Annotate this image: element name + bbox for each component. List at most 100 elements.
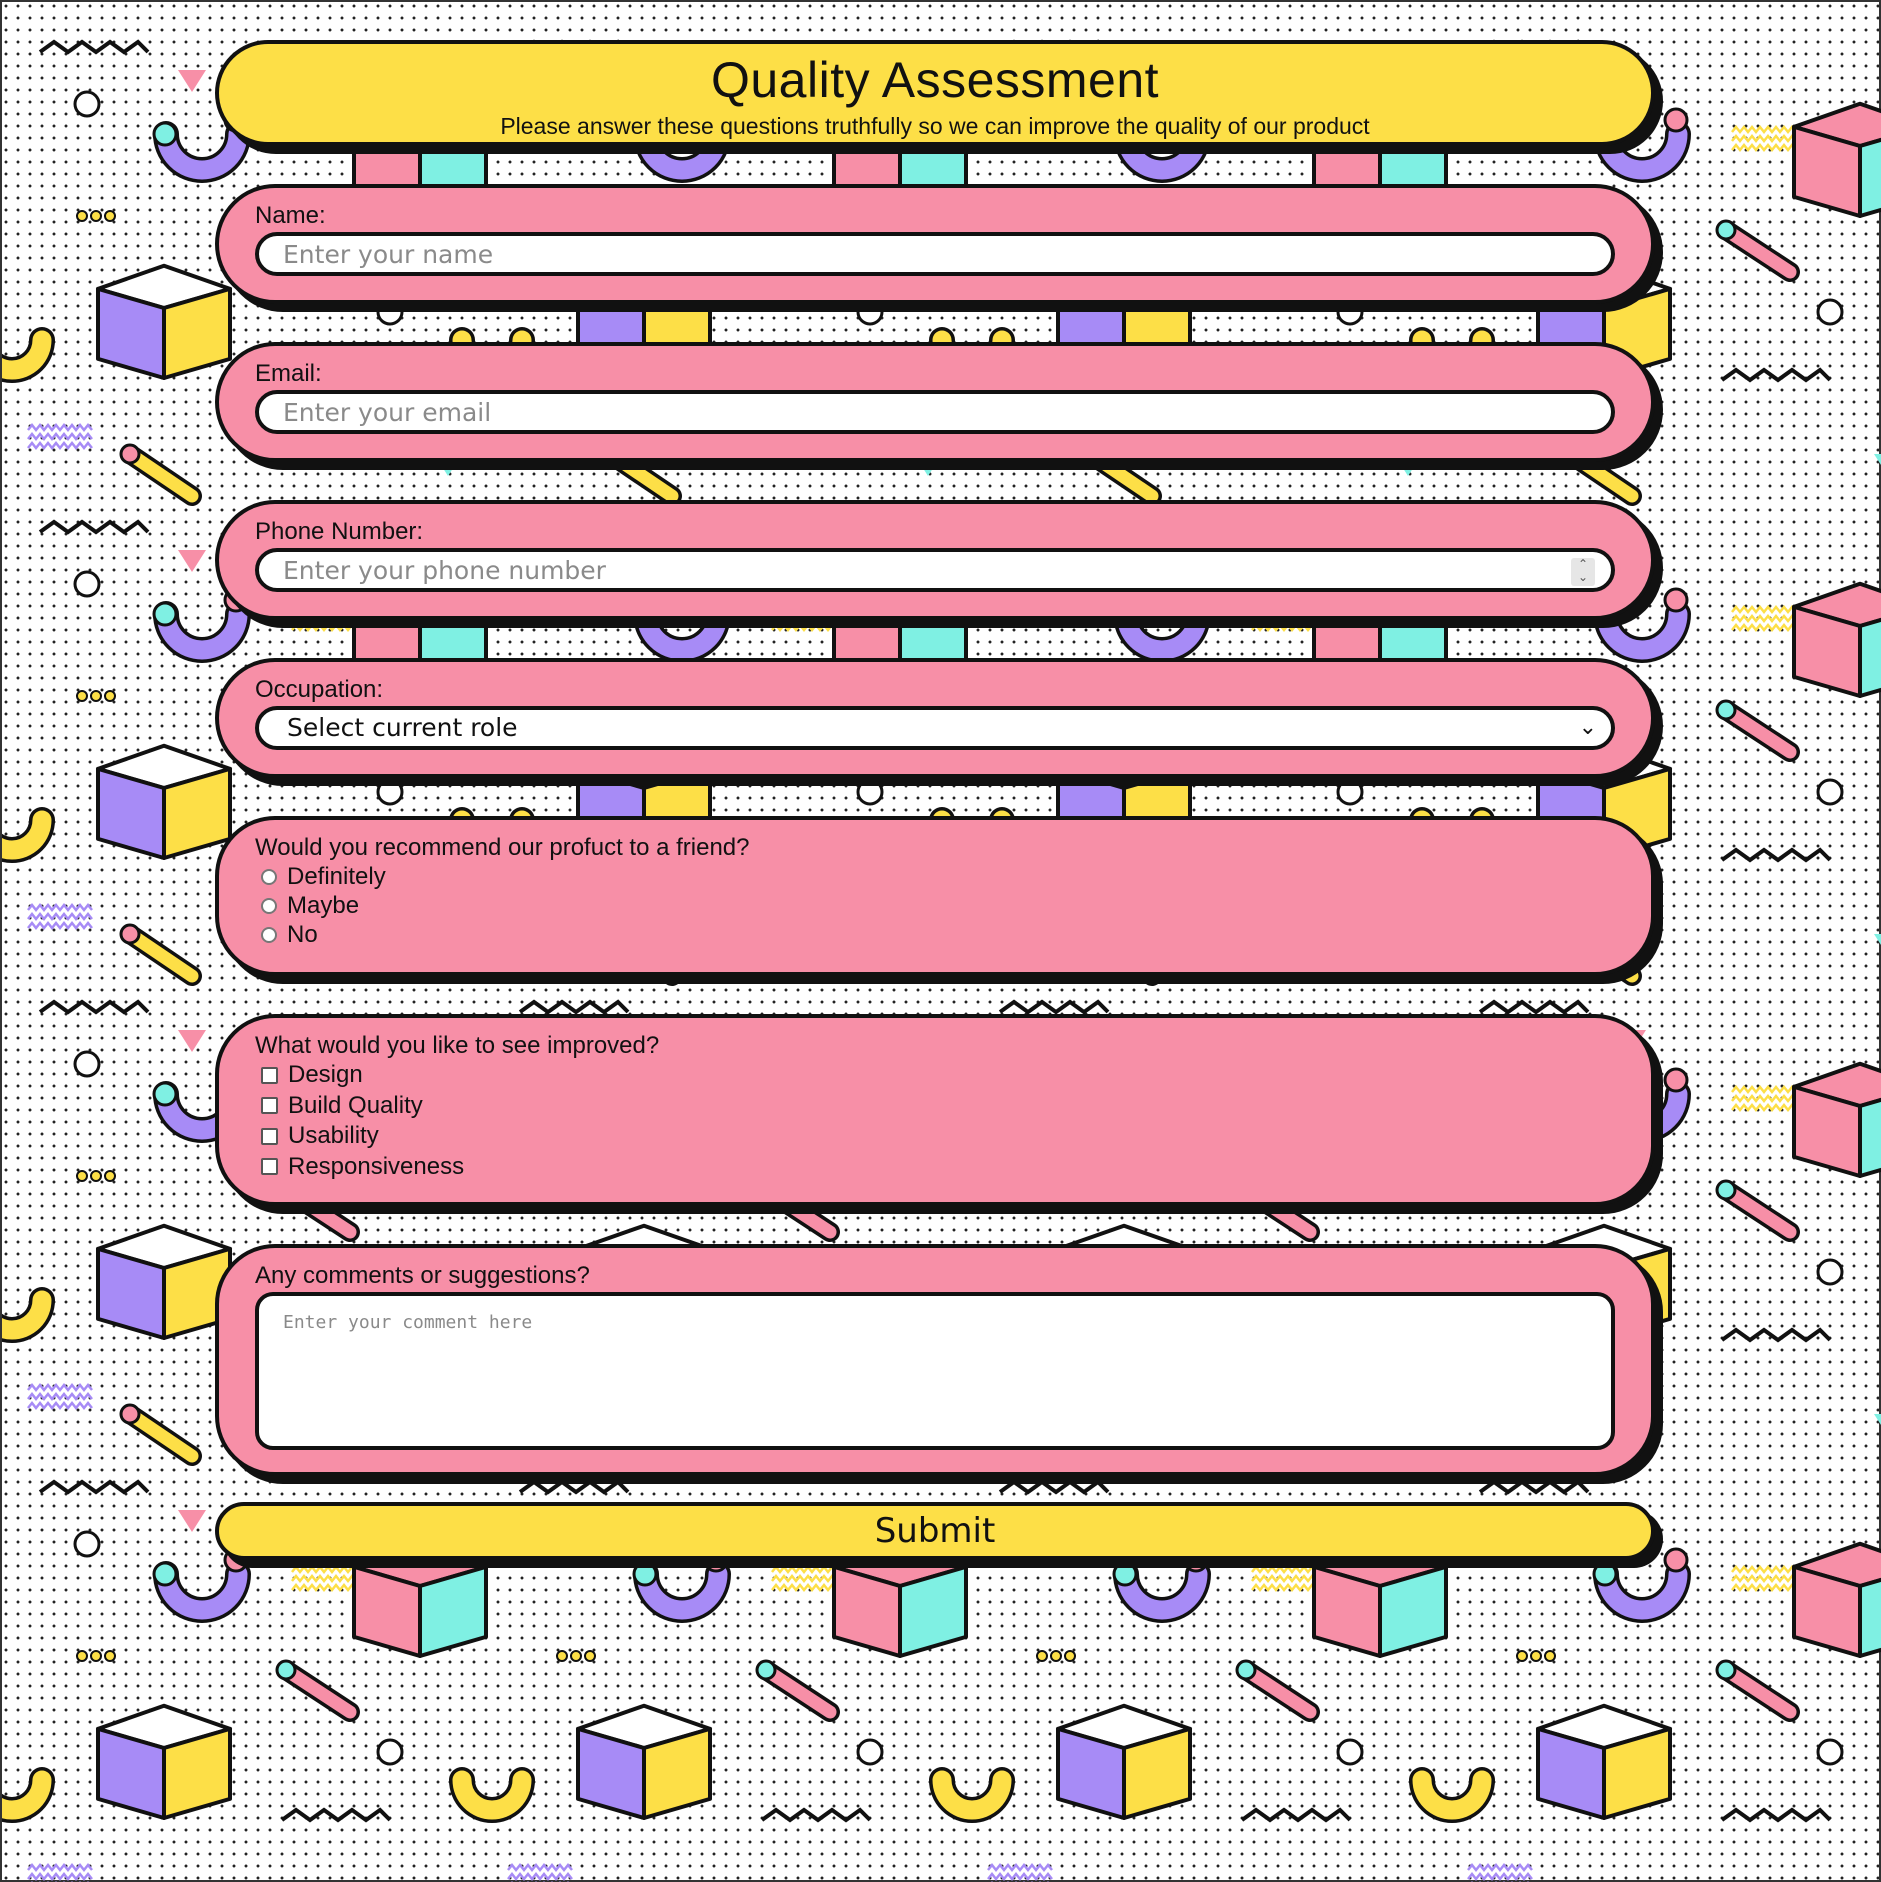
wave-shape xyxy=(1731,1573,1797,1584)
wave-shape xyxy=(1731,1084,1797,1095)
radio-option-definitely[interactable]: Definitely xyxy=(255,862,1615,891)
zigzag-shape xyxy=(280,1807,392,1823)
dot-shape xyxy=(556,1650,568,1662)
dot-shape xyxy=(90,1650,102,1662)
stick-cap-shape xyxy=(119,923,141,945)
zigzag-shape xyxy=(1240,1807,1352,1823)
checkbox[interactable] xyxy=(261,1158,278,1176)
dot-shape xyxy=(1663,1547,1689,1573)
comments-label: Any comments or suggestions? xyxy=(255,1262,590,1289)
arc-shape xyxy=(932,1770,1012,1820)
ring-shape xyxy=(1816,1738,1844,1766)
dot-shape xyxy=(76,690,88,702)
ring-shape xyxy=(1816,1258,1844,1286)
wave-shape xyxy=(1467,1862,1533,1873)
phone-input-wrapper: ⌃⌄ xyxy=(255,548,1615,592)
dot-shape xyxy=(570,1650,582,1662)
dot-shape xyxy=(1064,1650,1076,1662)
dot-shape xyxy=(1112,1561,1138,1587)
comments-textarea[interactable] xyxy=(255,1292,1615,1450)
improve-field-group: What would you like to see improved? Des… xyxy=(215,1014,1655,1206)
stick-shape xyxy=(1719,1663,1797,1719)
occupation-select[interactable]: Select current role ⌄ xyxy=(255,706,1615,750)
triangle-shape xyxy=(1874,934,1881,945)
dot-shape xyxy=(1516,1650,1528,1662)
wave-shape xyxy=(27,902,93,913)
form-header: Quality Assessment Please answer these q… xyxy=(215,40,1655,146)
occupation-label: Occupation: xyxy=(255,676,384,703)
dot-shape xyxy=(632,1561,658,1587)
wave-shape xyxy=(1467,1871,1533,1882)
occupation-selected-value: Select current role xyxy=(287,713,518,742)
wave-shape xyxy=(771,1573,837,1584)
dot-shape xyxy=(76,1650,88,1662)
wave-shape xyxy=(27,431,93,442)
phone-field-group: Phone Number: ⌃⌄ xyxy=(215,500,1655,620)
dot-shape xyxy=(90,210,102,222)
radio-button[interactable] xyxy=(261,926,277,943)
checkbox[interactable] xyxy=(261,1066,278,1084)
triangle-shape xyxy=(178,70,206,92)
radio-option-maybe[interactable]: Maybe xyxy=(255,891,1615,920)
stick-shape xyxy=(759,1663,837,1719)
number-spinner-icon[interactable]: ⌃ ⌄ xyxy=(1571,558,1595,586)
dot-shape xyxy=(76,1170,88,1182)
wave-shape xyxy=(987,1871,1053,1882)
triangle-shape xyxy=(178,550,206,572)
recommend-field-group: Would you recommend our profuct to a fri… xyxy=(215,816,1655,976)
triangle-shape xyxy=(178,1510,206,1532)
email-input[interactable] xyxy=(255,390,1615,434)
checkbox-option-design[interactable]: Design xyxy=(255,1060,1615,1091)
phone-label: Phone Number: xyxy=(255,518,424,545)
ring-shape xyxy=(1816,778,1844,806)
email-field-group: Email: xyxy=(215,342,1655,462)
page-title: Quality Assessment xyxy=(710,52,1160,108)
dot-shape xyxy=(90,1170,102,1182)
wave-shape xyxy=(1731,622,1797,633)
radio-button[interactable] xyxy=(261,868,277,885)
ring-shape xyxy=(73,1050,101,1078)
wave-shape xyxy=(1731,1093,1797,1104)
dot-shape xyxy=(1544,1650,1556,1662)
submit-button[interactable]: Submit xyxy=(215,1502,1655,1560)
ring-shape xyxy=(1816,298,1844,326)
stick-shape xyxy=(123,447,199,503)
checkbox-option-usability[interactable]: Usability xyxy=(255,1121,1615,1152)
wave-shape xyxy=(771,1582,837,1593)
stick-shape xyxy=(1719,703,1797,759)
checkbox[interactable] xyxy=(261,1097,278,1115)
phone-input[interactable] xyxy=(255,548,1615,592)
dot-shape xyxy=(104,690,116,702)
zigzag-shape xyxy=(1720,367,1832,383)
checkbox-option-build-quality[interactable]: Build Quality xyxy=(255,1091,1615,1122)
dot-shape xyxy=(1663,587,1689,613)
stick-cap-shape xyxy=(119,443,141,465)
radio-button[interactable] xyxy=(261,897,277,914)
dot-shape xyxy=(104,1650,116,1662)
arc-shape xyxy=(452,1770,532,1820)
radio-label: No xyxy=(287,921,318,948)
checkbox-label: Build Quality xyxy=(288,1091,423,1119)
stick-cap-shape xyxy=(1715,1179,1737,1201)
recommend-question: Would you recommend our profuct to a fri… xyxy=(255,834,750,861)
wave-shape xyxy=(1731,142,1797,153)
dot-shape xyxy=(1530,1650,1542,1662)
wave-shape xyxy=(291,1564,357,1575)
radio-label: Maybe xyxy=(287,892,360,919)
zigzag-shape xyxy=(38,1479,150,1495)
zigzag-shape xyxy=(1720,847,1832,863)
checkbox[interactable] xyxy=(261,1127,278,1145)
wave-shape xyxy=(1731,124,1797,135)
wave-shape xyxy=(27,1871,93,1882)
name-field-group: Name: xyxy=(215,184,1655,304)
name-input[interactable] xyxy=(255,232,1615,276)
ring-shape xyxy=(376,1738,404,1766)
zigzag-shape xyxy=(1720,1327,1832,1343)
wave-shape xyxy=(291,1582,357,1593)
radio-option-no[interactable]: No xyxy=(255,920,1615,949)
wave-shape xyxy=(27,1400,93,1411)
wave-shape xyxy=(1731,1102,1797,1113)
zigzag-shape xyxy=(1720,1807,1832,1823)
dot-shape xyxy=(152,1561,178,1587)
checkbox-option-responsiveness[interactable]: Responsiveness xyxy=(255,1152,1615,1183)
